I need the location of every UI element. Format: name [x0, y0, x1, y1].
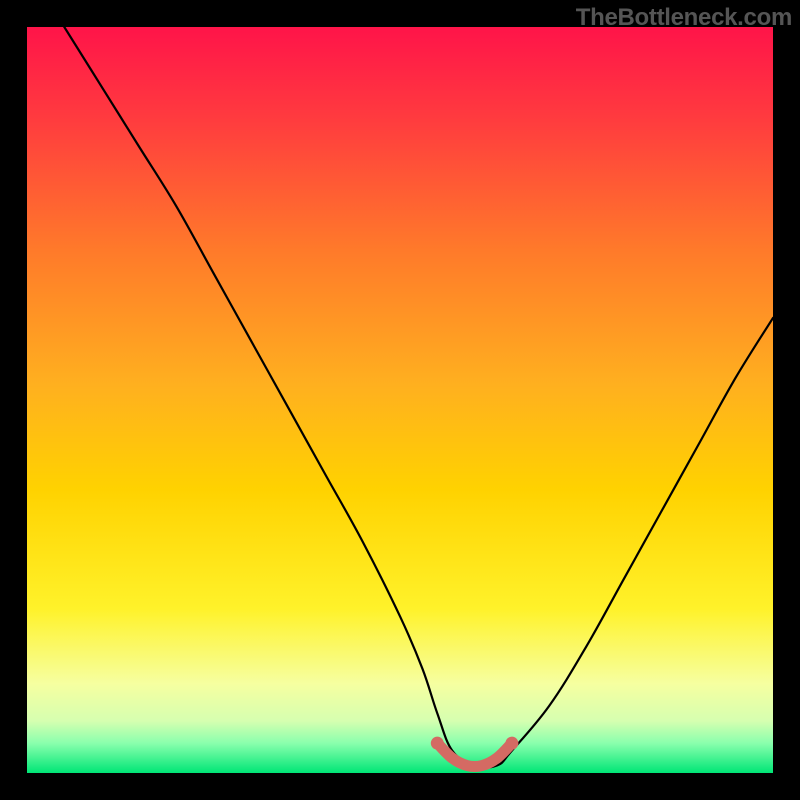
- optimal-band-end-dot: [505, 737, 518, 750]
- gradient-background: [27, 27, 773, 773]
- chart-frame: TheBottleneck.com: [0, 0, 800, 800]
- bottleneck-chart: [27, 27, 773, 773]
- optimal-band-start-dot: [431, 737, 444, 750]
